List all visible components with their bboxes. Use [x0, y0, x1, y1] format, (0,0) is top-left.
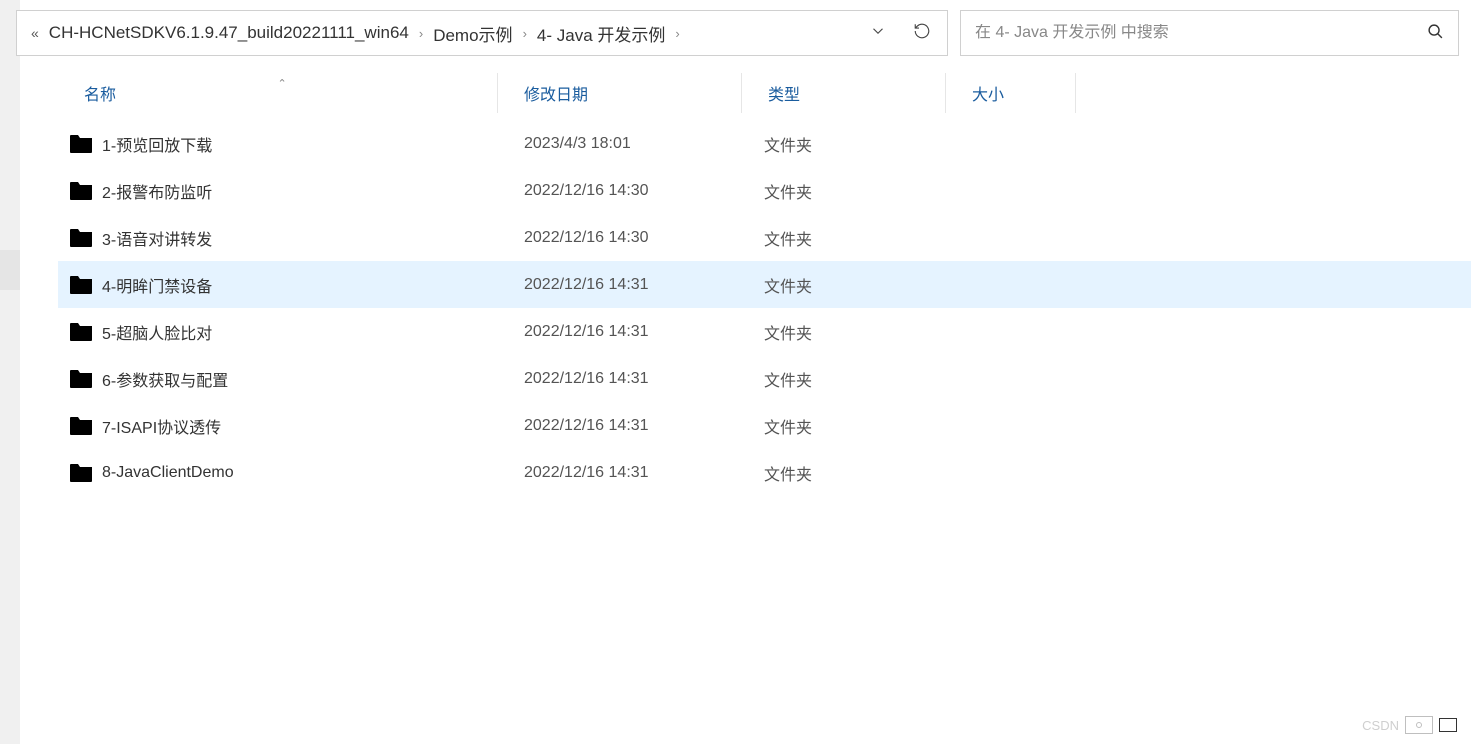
file-date: 2023/4/3 18:01	[498, 135, 742, 153]
history-dropdown-icon[interactable]	[869, 22, 887, 44]
watermark-text: CSDN	[1362, 718, 1399, 733]
folder-icon	[70, 276, 92, 294]
file-row[interactable]: 2-报警布防监听 2022/12/16 14:30文件夹	[58, 167, 1471, 214]
file-type: 文件夹	[742, 414, 946, 438]
breadcrumb-seg-1[interactable]: Demo示例	[429, 21, 516, 46]
header-size[interactable]: 大小	[946, 73, 1076, 113]
folder-icon	[70, 229, 92, 247]
header-type[interactable]: 类型	[742, 73, 946, 113]
chevron-right-icon: ›	[523, 26, 527, 41]
search-box[interactable]	[960, 10, 1459, 56]
file-name: 6-参数获取与配置	[102, 367, 228, 391]
file-name: 1-预览回放下载	[102, 132, 212, 156]
strip-grip	[0, 250, 20, 290]
file-name: 3-语音对讲转发	[102, 226, 212, 250]
square-icon	[1439, 718, 1457, 732]
file-date: 2022/12/16 14:31	[498, 323, 742, 341]
folder-icon	[70, 464, 92, 482]
file-row[interactable]: 7-ISAPI协议透传 2022/12/16 14:31文件夹	[58, 402, 1471, 449]
file-row[interactable]: 6-参数获取与配置 2022/12/16 14:31文件夹	[58, 355, 1471, 402]
chevron-right-icon: ›	[419, 26, 423, 41]
file-name: 5-超脑人脸比对	[102, 320, 212, 344]
address-bar[interactable]: « CH-HCNetSDKV6.1.9.47_build20221111_win…	[16, 10, 948, 56]
file-row[interactable]: 8-JavaClientDemo 2022/12/16 14:31文件夹	[58, 449, 1471, 496]
header-date[interactable]: 修改日期	[498, 73, 742, 113]
file-row[interactable]: 4-明眸门禁设备 2022/12/16 14:31文件夹	[58, 261, 1471, 308]
column-headers: 名称 ⌃ 修改日期 类型 大小	[58, 70, 1471, 116]
chevrons-left-icon[interactable]: «	[31, 25, 39, 41]
file-type: 文件夹	[742, 273, 946, 297]
file-list: 1-预览回放下载2023/4/3 18:01文件夹2-报警布防监听2022/12…	[58, 120, 1471, 496]
folder-icon	[70, 323, 92, 341]
file-date: 2022/12/16 14:31	[498, 464, 742, 482]
file-type: 文件夹	[742, 320, 946, 344]
file-date: 2022/12/16 14:31	[498, 417, 742, 435]
file-row[interactable]: 5-超脑人脸比对 2022/12/16 14:31文件夹	[58, 308, 1471, 355]
file-name: 7-ISAPI协议透传	[102, 414, 221, 438]
breadcrumb-seg-2[interactable]: 4- Java 开发示例	[533, 21, 669, 46]
file-name: 2-报警布防监听	[102, 179, 212, 203]
file-date: 2022/12/16 14:31	[498, 276, 742, 294]
file-date: 2022/12/16 14:31	[498, 370, 742, 388]
breadcrumb: « CH-HCNetSDKV6.1.9.47_build20221111_win…	[27, 21, 863, 46]
file-date: 2022/12/16 14:30	[498, 229, 742, 247]
folder-icon	[70, 417, 92, 435]
eye-icon	[1405, 716, 1433, 734]
breadcrumb-seg-0[interactable]: CH-HCNetSDKV6.1.9.47_build20221111_win64	[45, 23, 413, 43]
refresh-icon[interactable]	[913, 22, 931, 44]
top-bar: « CH-HCNetSDKV6.1.9.47_build20221111_win…	[16, 10, 1459, 56]
folder-icon	[70, 182, 92, 200]
file-type: 文件夹	[742, 367, 946, 391]
folder-icon	[70, 135, 92, 153]
file-type: 文件夹	[742, 132, 946, 156]
chevron-right-icon: ›	[675, 26, 679, 41]
file-type: 文件夹	[742, 461, 946, 485]
sort-indicator-icon: ⌃	[278, 77, 287, 90]
file-name: 4-明眸门禁设备	[102, 273, 212, 297]
header-name[interactable]: 名称 ⌃	[58, 73, 498, 113]
search-icon[interactable]	[1427, 23, 1444, 44]
file-type: 文件夹	[742, 226, 946, 250]
search-input[interactable]	[975, 24, 1427, 42]
file-type: 文件夹	[742, 179, 946, 203]
left-strip	[0, 0, 20, 744]
file-row[interactable]: 3-语音对讲转发 2022/12/16 14:30文件夹	[58, 214, 1471, 261]
watermark: CSDN	[1362, 716, 1457, 734]
file-date: 2022/12/16 14:30	[498, 182, 742, 200]
folder-icon	[70, 370, 92, 388]
file-name: 8-JavaClientDemo	[102, 464, 234, 482]
file-row[interactable]: 1-预览回放下载 2023/4/3 18:01文件夹	[58, 120, 1471, 167]
